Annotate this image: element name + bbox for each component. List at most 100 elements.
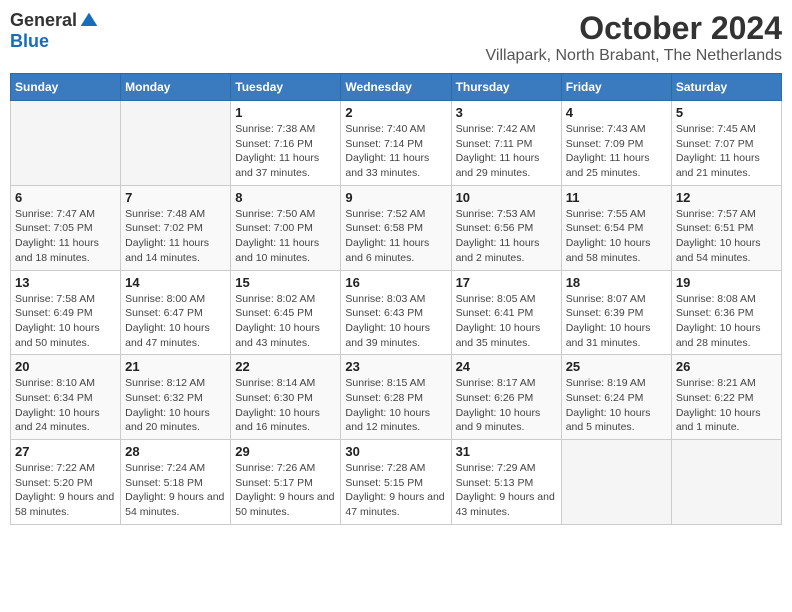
day-cell-21: 21 Sunrise: 8:12 AM Sunset: 6:32 PM Dayli…	[121, 355, 231, 440]
logo-blue-text: Blue	[10, 31, 49, 52]
day-number: 27	[15, 444, 116, 459]
day-cell-25: 25Sunrise: 8:19 AM Sunset: 6:24 PM Dayli…	[561, 355, 671, 440]
day-cell-12: 12Sunrise: 7:57 AM Sunset: 6:51 PM Dayli…	[671, 185, 781, 270]
day-info: Sunrise: 7:26 AM Sunset: 5:17 PM Dayligh…	[235, 461, 336, 520]
header-cell-friday: Friday	[561, 74, 671, 101]
day-cell-14: 14Sunrise: 8:00 AM Sunset: 6:47 PM Dayli…	[121, 270, 231, 355]
day-cell-31: 31Sunrise: 7:29 AM Sunset: 5:13 PM Dayli…	[451, 440, 561, 525]
day-cell-1: 1 Sunrise: 7:38 AM Sunset: 7:16 PM Daylig…	[231, 101, 341, 186]
empty-cell	[561, 440, 671, 525]
day-number: 1	[235, 105, 336, 120]
day-number: 28	[125, 444, 226, 459]
day-info: Sunrise: 8:10 AM Sunset: 6:34 PM Dayligh…	[15, 376, 116, 435]
week-row-3: 13Sunrise: 7:58 AM Sunset: 6:49 PM Dayli…	[11, 270, 782, 355]
day-info: Sunrise: 7:47 AM Sunset: 7:05 PM Dayligh…	[15, 207, 116, 266]
day-cell-15: 15 Sunrise: 8:02 AM Sunset: 6:45 PM Dayli…	[231, 270, 341, 355]
day-cell-13: 13Sunrise: 7:58 AM Sunset: 6:49 PM Dayli…	[11, 270, 121, 355]
day-info: Sunrise: 8:03 AM Sunset: 6:43 PM Dayligh…	[345, 292, 446, 351]
header-row: SundayMondayTuesdayWednesdayThursdayFrid…	[11, 74, 782, 101]
day-cell-28: 28 Sunrise: 7:24 AM Sunset: 5:18 PM Dayli…	[121, 440, 231, 525]
week-row-2: 6 Sunrise: 7:47 AM Sunset: 7:05 PM Daylig…	[11, 185, 782, 270]
day-number: 11	[566, 190, 667, 205]
day-number: 2	[345, 105, 446, 120]
day-info: Sunrise: 8:12 AM Sunset: 6:32 PM Dayligh…	[125, 376, 226, 435]
day-number: 5	[676, 105, 777, 120]
title-section: October 2024 Villapark, North Brabant, T…	[486, 10, 782, 65]
day-number: 8	[235, 190, 336, 205]
day-number: 26	[676, 359, 777, 374]
day-cell-29: 29 Sunrise: 7:26 AM Sunset: 5:17 PM Dayli…	[231, 440, 341, 525]
day-number: 21	[125, 359, 226, 374]
day-number: 12	[676, 190, 777, 205]
empty-cell	[671, 440, 781, 525]
day-number: 14	[125, 275, 226, 290]
day-cell-7: 7 Sunrise: 7:48 AM Sunset: 7:02 PM Daylig…	[121, 185, 231, 270]
day-number: 22	[235, 359, 336, 374]
calendar-header: SundayMondayTuesdayWednesdayThursdayFrid…	[11, 74, 782, 101]
day-info: Sunrise: 8:08 AM Sunset: 6:36 PM Dayligh…	[676, 292, 777, 351]
day-number: 18	[566, 275, 667, 290]
logo-icon	[79, 11, 99, 31]
day-info: Sunrise: 7:55 AM Sunset: 6:54 PM Dayligh…	[566, 207, 667, 266]
day-info: Sunrise: 7:38 AM Sunset: 7:16 PM Dayligh…	[235, 122, 336, 181]
day-cell-20: 20 Sunrise: 8:10 AM Sunset: 6:34 PM Dayli…	[11, 355, 121, 440]
day-cell-2: 2 Sunrise: 7:40 AM Sunset: 7:14 PM Daylig…	[341, 101, 451, 186]
day-number: 6	[15, 190, 116, 205]
day-number: 20	[15, 359, 116, 374]
day-cell-27: 27 Sunrise: 7:22 AM Sunset: 5:20 PM Dayli…	[11, 440, 121, 525]
day-info: Sunrise: 7:28 AM Sunset: 5:15 PM Dayligh…	[345, 461, 446, 520]
day-info: Sunrise: 8:02 AM Sunset: 6:45 PM Dayligh…	[235, 292, 336, 351]
day-number: 13	[15, 275, 116, 290]
day-info: Sunrise: 7:52 AM Sunset: 6:58 PM Dayligh…	[345, 207, 446, 266]
day-cell-3: 3Sunrise: 7:42 AM Sunset: 7:11 PM Daylig…	[451, 101, 561, 186]
header-cell-wednesday: Wednesday	[341, 74, 451, 101]
day-cell-11: 11 Sunrise: 7:55 AM Sunset: 6:54 PM Dayli…	[561, 185, 671, 270]
day-number: 29	[235, 444, 336, 459]
day-info: Sunrise: 8:21 AM Sunset: 6:22 PM Dayligh…	[676, 376, 777, 435]
day-cell-19: 19 Sunrise: 8:08 AM Sunset: 6:36 PM Dayli…	[671, 270, 781, 355]
day-info: Sunrise: 8:05 AM Sunset: 6:41 PM Dayligh…	[456, 292, 557, 351]
day-info: Sunrise: 8:15 AM Sunset: 6:28 PM Dayligh…	[345, 376, 446, 435]
day-cell-30: 30 Sunrise: 7:28 AM Sunset: 5:15 PM Dayli…	[341, 440, 451, 525]
day-cell-26: 26 Sunrise: 8:21 AM Sunset: 6:22 PM Dayli…	[671, 355, 781, 440]
day-info: Sunrise: 7:22 AM Sunset: 5:20 PM Dayligh…	[15, 461, 116, 520]
calendar-table: SundayMondayTuesdayWednesdayThursdayFrid…	[10, 73, 782, 525]
header-cell-thursday: Thursday	[451, 74, 561, 101]
empty-cell	[11, 101, 121, 186]
day-cell-18: 18Sunrise: 8:07 AM Sunset: 6:39 PM Dayli…	[561, 270, 671, 355]
day-cell-10: 10 Sunrise: 7:53 AM Sunset: 6:56 PM Dayli…	[451, 185, 561, 270]
day-info: Sunrise: 7:48 AM Sunset: 7:02 PM Dayligh…	[125, 207, 226, 266]
day-number: 7	[125, 190, 226, 205]
day-number: 15	[235, 275, 336, 290]
day-info: Sunrise: 8:19 AM Sunset: 6:24 PM Dayligh…	[566, 376, 667, 435]
day-cell-8: 8Sunrise: 7:50 AM Sunset: 7:00 PM Daylig…	[231, 185, 341, 270]
day-number: 9	[345, 190, 446, 205]
week-row-5: 27 Sunrise: 7:22 AM Sunset: 5:20 PM Dayli…	[11, 440, 782, 525]
day-cell-5: 5Sunrise: 7:45 AM Sunset: 7:07 PM Daylig…	[671, 101, 781, 186]
day-info: Sunrise: 7:43 AM Sunset: 7:09 PM Dayligh…	[566, 122, 667, 181]
calendar-body: 1 Sunrise: 7:38 AM Sunset: 7:16 PM Daylig…	[11, 101, 782, 525]
day-info: Sunrise: 7:40 AM Sunset: 7:14 PM Dayligh…	[345, 122, 446, 181]
day-number: 19	[676, 275, 777, 290]
day-number: 24	[456, 359, 557, 374]
day-number: 30	[345, 444, 446, 459]
location-title: Villapark, North Brabant, The Netherland…	[486, 47, 782, 65]
day-cell-4: 4 Sunrise: 7:43 AM Sunset: 7:09 PM Daylig…	[561, 101, 671, 186]
day-cell-6: 6 Sunrise: 7:47 AM Sunset: 7:05 PM Daylig…	[11, 185, 121, 270]
day-info: Sunrise: 7:53 AM Sunset: 6:56 PM Dayligh…	[456, 207, 557, 266]
day-number: 4	[566, 105, 667, 120]
day-cell-24: 24Sunrise: 8:17 AM Sunset: 6:26 PM Dayli…	[451, 355, 561, 440]
day-number: 23	[345, 359, 446, 374]
day-cell-23: 23 Sunrise: 8:15 AM Sunset: 6:28 PM Dayli…	[341, 355, 451, 440]
header-cell-monday: Monday	[121, 74, 231, 101]
day-cell-16: 16 Sunrise: 8:03 AM Sunset: 6:43 PM Dayli…	[341, 270, 451, 355]
month-title: October 2024	[486, 10, 782, 47]
day-info: Sunrise: 7:24 AM Sunset: 5:18 PM Dayligh…	[125, 461, 226, 520]
day-number: 10	[456, 190, 557, 205]
empty-cell	[121, 101, 231, 186]
week-row-1: 1 Sunrise: 7:38 AM Sunset: 7:16 PM Daylig…	[11, 101, 782, 186]
day-number: 17	[456, 275, 557, 290]
header-cell-tuesday: Tuesday	[231, 74, 341, 101]
day-number: 16	[345, 275, 446, 290]
day-number: 31	[456, 444, 557, 459]
